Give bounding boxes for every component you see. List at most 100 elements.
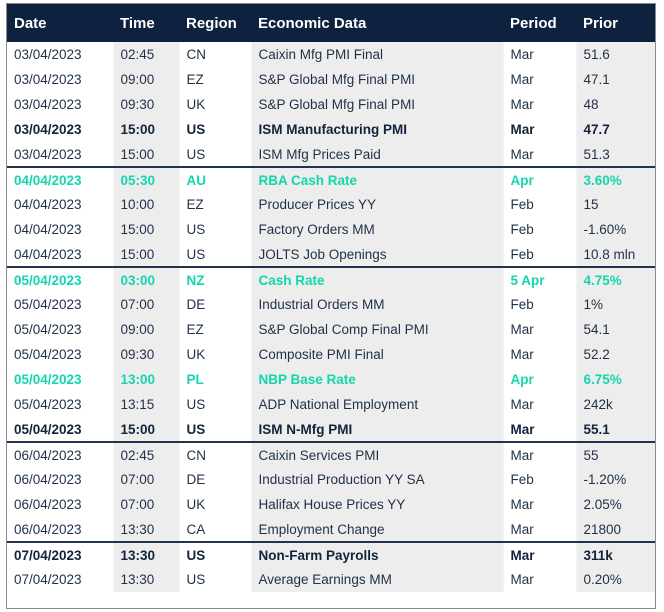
- table-row[interactable]: 05/04/2023 09:30 UK Composite PMI Final Mar 5…: [7, 342, 655, 367]
- cell-prior: 54.1: [575, 317, 655, 342]
- table-row[interactable]: 07/04/2023 13:30 US Average Earnings MM Mar 0…: [7, 567, 655, 592]
- table-row[interactable]: 03/04/2023 09:30 UK S&P Global Mfg Final PM…: [7, 92, 655, 117]
- cell-period: Mar: [502, 117, 576, 142]
- cell-date: 05/04/2023: [7, 342, 113, 367]
- cell-region: UK: [178, 92, 251, 117]
- table-row[interactable]: 03/04/2023 15:00 US ISM Mfg Prices Paid Mar 5…: [7, 142, 655, 167]
- cell-period: Feb: [502, 217, 576, 242]
- table-row[interactable]: 04/04/2023 05:30 AU RBA Cash Rate Apr 3.60%: [7, 166, 655, 192]
- cell-prior: 10.8 mln: [575, 242, 655, 267]
- cell-region: EZ: [178, 192, 251, 217]
- table-row[interactable]: 04/04/2023 15:00 US Factory Orders MM Feb -1.…: [7, 217, 655, 242]
- cell-time: 09:30: [112, 92, 179, 117]
- cell-time: 02:45: [112, 42, 179, 67]
- cell-period: 5 Apr: [502, 266, 576, 292]
- cell-time: 10:00: [112, 192, 179, 217]
- cell-region: PL: [178, 367, 251, 392]
- cell-date: 03/04/2023: [7, 92, 113, 117]
- cell-time: 09:00: [112, 67, 179, 92]
- cell-period: Mar: [502, 441, 576, 467]
- cell-prior: 15: [575, 192, 655, 217]
- table-row[interactable]: 04/04/2023 10:00 EZ Producer Prices YY Feb 15: [7, 192, 655, 217]
- cell-data: Non-Farm Payrolls: [250, 541, 503, 567]
- cell-period: Mar: [502, 42, 576, 67]
- cell-region: US: [178, 117, 251, 142]
- cell-data: ISM N-Mfg PMI: [250, 417, 503, 442]
- cell-date: 03/04/2023: [7, 67, 113, 92]
- cell-date: 03/04/2023: [7, 117, 113, 142]
- cell-data: S&P Global Mfg Final PMI: [250, 67, 503, 92]
- cell-time: 02:45: [112, 441, 179, 467]
- table-row[interactable]: 05/04/2023 15:00 US ISM N-Mfg PMI Mar 55.1: [7, 417, 655, 442]
- cell-data: Producer Prices YY: [250, 192, 503, 217]
- cell-region: US: [178, 142, 251, 167]
- column-header-economic-data[interactable]: Economic Data: [251, 4, 503, 42]
- table-row[interactable]: 04/04/2023 15:00 US JOLTS Job Openings Feb 10…: [7, 242, 655, 267]
- cell-data: ADP National Employment: [250, 392, 503, 417]
- cell-time: 07:00: [112, 492, 179, 517]
- cell-date: 03/04/2023: [7, 142, 113, 167]
- cell-data: S&P Global Mfg Final PMI: [250, 92, 503, 117]
- cell-region: AU: [178, 166, 251, 192]
- column-header-prior[interactable]: Prior: [576, 4, 655, 42]
- cell-date: 05/04/2023: [7, 392, 113, 417]
- cell-date: 05/04/2023: [7, 317, 113, 342]
- table-row[interactable]: 06/04/2023 02:45 CN Caixin Services PMI Mar 5…: [7, 441, 655, 467]
- cell-region: DE: [178, 467, 251, 492]
- cell-period: Feb: [502, 292, 576, 317]
- cell-period: Mar: [502, 567, 576, 592]
- cell-time: 13:30: [112, 567, 179, 592]
- cell-date: 06/04/2023: [7, 517, 113, 542]
- cell-period: Mar: [502, 517, 576, 542]
- table-header: Date Time Region Economic Data Period Pr…: [7, 4, 655, 42]
- cell-period: Apr: [502, 166, 576, 192]
- cell-period: Mar: [502, 492, 576, 517]
- cell-data: ISM Mfg Prices Paid: [250, 142, 503, 167]
- table-row[interactable]: 05/04/2023 13:00 PL NBP Base Rate Apr 6.75%: [7, 367, 655, 392]
- cell-period: Apr: [502, 367, 576, 392]
- table-row[interactable]: 06/04/2023 07:00 UK Halifax House Prices YY…: [7, 492, 655, 517]
- cell-region: DE: [178, 292, 251, 317]
- cell-data: ISM Manufacturing PMI: [250, 117, 503, 142]
- column-header-time[interactable]: Time: [113, 4, 179, 42]
- cell-prior: 55.1: [575, 417, 655, 442]
- column-header-region[interactable]: Region: [179, 4, 251, 42]
- cell-time: 13:15: [112, 392, 179, 417]
- cell-date: 05/04/2023: [7, 292, 113, 317]
- column-header-period[interactable]: Period: [503, 4, 576, 42]
- cell-prior: 55: [575, 441, 655, 467]
- cell-data: S&P Global Comp Final PMI: [250, 317, 503, 342]
- cell-prior: 51.6: [575, 42, 655, 67]
- cell-prior: 21800: [575, 517, 655, 542]
- cell-region: UK: [178, 342, 251, 367]
- cell-region: US: [178, 567, 251, 592]
- cell-data: Caixin Mfg PMI Final: [250, 42, 503, 67]
- table-row[interactable]: 03/04/2023 15:00 US ISM Manufacturing PMI Ma…: [7, 117, 655, 142]
- cell-data: Average Earnings MM: [250, 567, 503, 592]
- table-row[interactable]: 05/04/2023 07:00 DE Industrial Orders MM Feb…: [7, 292, 655, 317]
- table-row[interactable]: 05/04/2023 13:15 US ADP National Employment…: [7, 392, 655, 417]
- column-header-date[interactable]: Date: [7, 4, 113, 42]
- cell-time: 15:00: [112, 417, 179, 442]
- table-row[interactable]: 05/04/2023 09:00 EZ S&P Global Comp Final P…: [7, 317, 655, 342]
- cell-date: 06/04/2023: [7, 492, 113, 517]
- table-row[interactable]: 03/04/2023 02:45 CN Caixin Mfg PMI Final Mar…: [7, 42, 655, 67]
- table-row[interactable]: 06/04/2023 07:00 DE Industrial Production Y…: [7, 467, 655, 492]
- cell-date: 06/04/2023: [7, 441, 113, 467]
- cell-period: Mar: [502, 541, 576, 567]
- table-row[interactable]: 06/04/2023 13:30 CA Employment Change Mar 218…: [7, 517, 655, 542]
- table-row[interactable]: 03/04/2023 09:00 EZ S&P Global Mfg Final PM…: [7, 67, 655, 92]
- cell-period: Feb: [502, 242, 576, 267]
- table-row[interactable]: 05/04/2023 03:00 NZ Cash Rate 5 Apr 4.75%: [7, 266, 655, 292]
- cell-region: US: [178, 242, 251, 267]
- cell-time: 05:30: [112, 166, 179, 192]
- cell-period: Mar: [502, 417, 576, 442]
- cell-time: 15:00: [112, 217, 179, 242]
- cell-date: 04/04/2023: [7, 217, 113, 242]
- table-row[interactable]: 07/04/2023 13:30 US Non-Farm Payrolls Mar 311…: [7, 541, 655, 567]
- cell-data: JOLTS Job Openings: [250, 242, 503, 267]
- cell-region: CA: [178, 517, 251, 542]
- cell-prior: 1%: [575, 292, 655, 317]
- cell-prior: 48: [575, 92, 655, 117]
- cell-time: 15:00: [112, 142, 179, 167]
